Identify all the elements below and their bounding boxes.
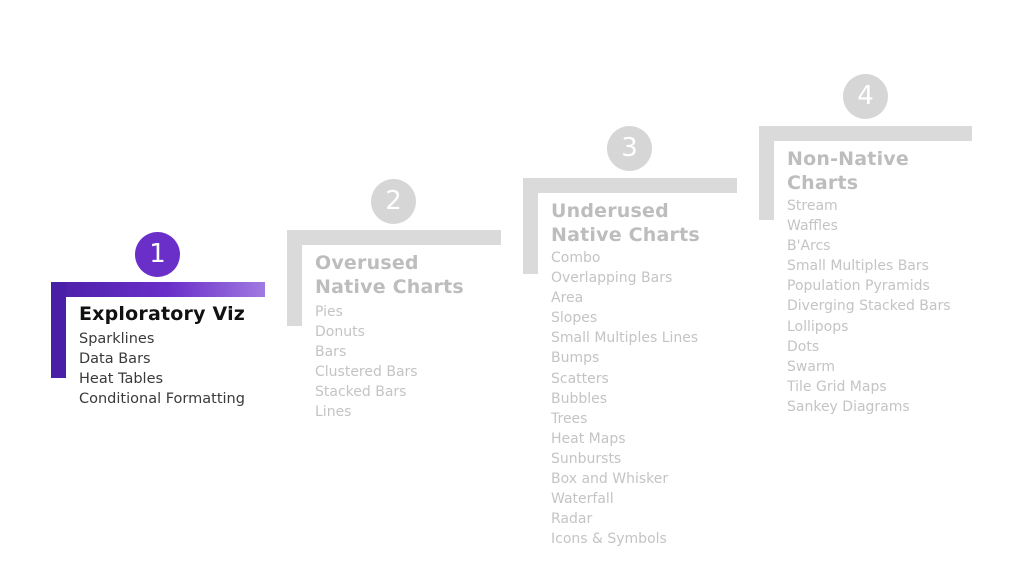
- list-item: Slopes: [551, 310, 598, 327]
- step-title: Exploratory Viz: [79, 303, 246, 325]
- list-item: Trees: [551, 410, 588, 427]
- bracket-left-bar: [287, 230, 302, 326]
- list-item: Stream: [787, 198, 838, 214]
- list-item: Waffles: [787, 218, 838, 235]
- list-item: Population Pyramids: [787, 278, 930, 295]
- step-number-badge: 3: [607, 126, 652, 171]
- step-title: Underused Native Charts: [551, 199, 700, 247]
- bracket-top-bar: [287, 230, 501, 245]
- list-item: Icons & Symbols: [551, 531, 667, 548]
- step-number-badge: 1: [135, 232, 180, 277]
- step-number-badge: 4: [843, 74, 888, 119]
- list-item: Sunbursts: [551, 450, 622, 467]
- list-item: Small Multiples Bars: [787, 258, 929, 275]
- list-item: Donuts: [315, 324, 365, 340]
- bracket-top-bar: [51, 282, 265, 297]
- step-title-line: Charts: [787, 172, 859, 194]
- list-item: Box and Whisker: [551, 471, 669, 488]
- list-item: Stacked Bars: [315, 384, 407, 400]
- step-item-list: Sparklines Data Bars Heat Tables Conditi…: [79, 329, 245, 409]
- step-title: Overused Native Charts: [315, 251, 464, 299]
- step-title-line: Underused: [551, 200, 669, 222]
- list-item: Overlapping Bars: [551, 270, 673, 287]
- list-item: Scatters: [551, 370, 609, 387]
- list-item: Lines: [315, 404, 352, 420]
- list-item: Small Multiples Lines: [551, 330, 699, 347]
- list-item: Bumps: [551, 350, 600, 367]
- bracket-left-bar: [523, 178, 538, 274]
- step-item-list: Pies Donuts Bars Clustered Bars Stacked …: [315, 302, 418, 422]
- bracket-top-bar: [759, 126, 972, 141]
- list-item: B'Arcs: [787, 238, 831, 255]
- step-title-line: Overused: [315, 252, 419, 274]
- step-title-line: Native Charts: [315, 276, 464, 298]
- step-item-list: Combo Overlapping Bars Area Slopes Small…: [551, 248, 698, 549]
- list-item: Sparklines: [79, 331, 155, 347]
- list-item: Waterfall: [551, 491, 614, 508]
- list-item: Combo: [551, 250, 601, 266]
- list-item: Swarm: [787, 358, 836, 375]
- list-item: Bubbles: [551, 390, 608, 407]
- bracket-top-bar: [523, 178, 737, 193]
- list-item: Heat Tables: [79, 371, 164, 387]
- list-item: Tile Grid Maps: [787, 378, 887, 395]
- list-item: Radar: [551, 511, 593, 528]
- bracket-left-bar: [51, 282, 66, 378]
- step-title: Non-Native Charts: [787, 147, 909, 195]
- list-item: Diverging Stacked Bars: [787, 298, 951, 315]
- list-item: Data Bars: [79, 351, 151, 367]
- step-number-badge: 2: [371, 179, 416, 224]
- bracket-left-bar: [759, 126, 774, 220]
- list-item: Conditional Formatting: [79, 391, 245, 407]
- step-title-line: Native Charts: [551, 224, 700, 246]
- step-item-list: Stream Waffles B'Arcs Small Multiples Ba…: [787, 196, 951, 417]
- list-item: Lollipops: [787, 318, 849, 335]
- step-title-line: Non-Native: [787, 148, 909, 170]
- list-item: Area: [551, 290, 584, 307]
- list-item: Bars: [315, 344, 347, 360]
- list-item: Clustered Bars: [315, 364, 418, 380]
- list-item: Pies: [315, 304, 343, 320]
- list-item: Heat Maps: [551, 430, 626, 447]
- list-item: Dots: [787, 338, 820, 355]
- list-item: Sankey Diagrams: [787, 398, 910, 415]
